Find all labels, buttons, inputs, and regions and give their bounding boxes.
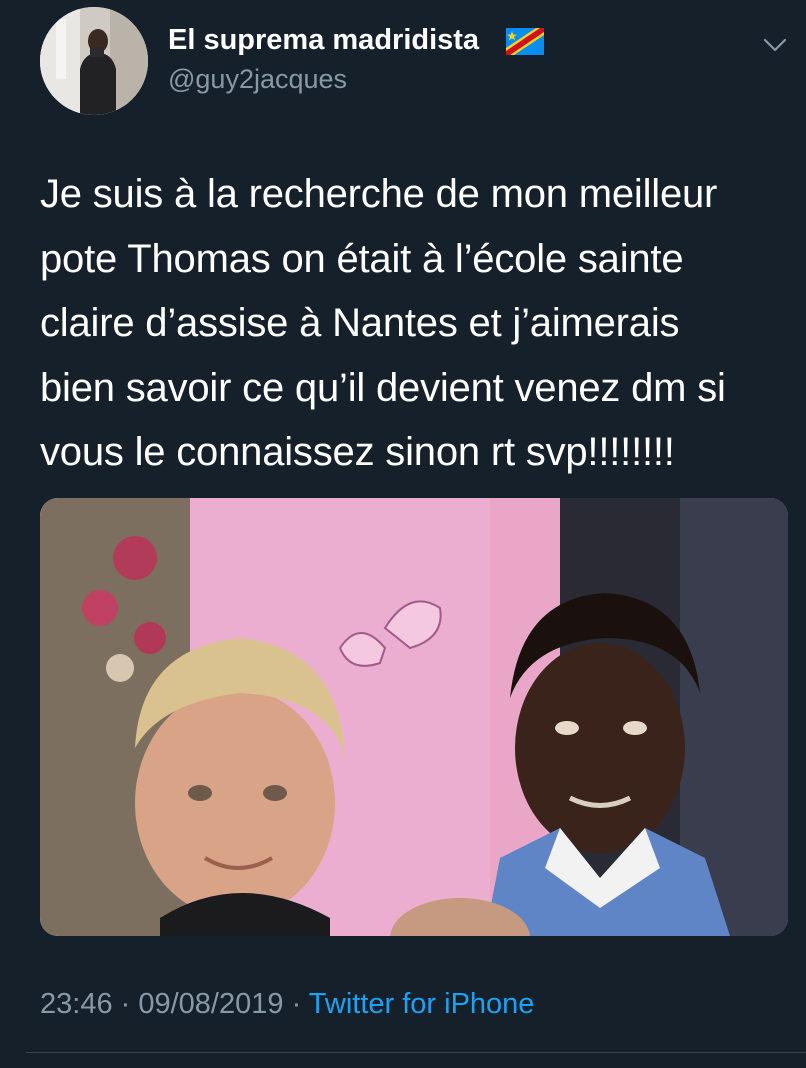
flag-icon (506, 28, 544, 55)
avatar[interactable] (40, 7, 148, 115)
tweet-time[interactable]: 23:46 (40, 988, 113, 1020)
tweet: El suprema madridista @guy2jacques Je su… (0, 0, 806, 1068)
tweet-date[interactable]: 09/08/2019 (138, 988, 283, 1020)
tweet-text: Je suis à la recherche de mon meilleur p… (40, 172, 726, 474)
tweet-photo[interactable] (40, 498, 788, 936)
tweet-meta: 23:46 · 09/08/2019 · Twitter for iPhone (40, 988, 534, 1021)
user-handle[interactable]: @guy2jacques (168, 64, 347, 95)
divider (26, 1052, 806, 1053)
tweet-source-link[interactable]: Twitter for iPhone (309, 988, 535, 1020)
display-name[interactable]: El suprema madridista (168, 24, 479, 57)
meta-separator: · (283, 988, 309, 1020)
chevron-down-icon[interactable] (762, 36, 788, 54)
photo-image (40, 498, 788, 936)
meta-separator: · (112, 988, 139, 1020)
avatar-photo (40, 7, 148, 115)
